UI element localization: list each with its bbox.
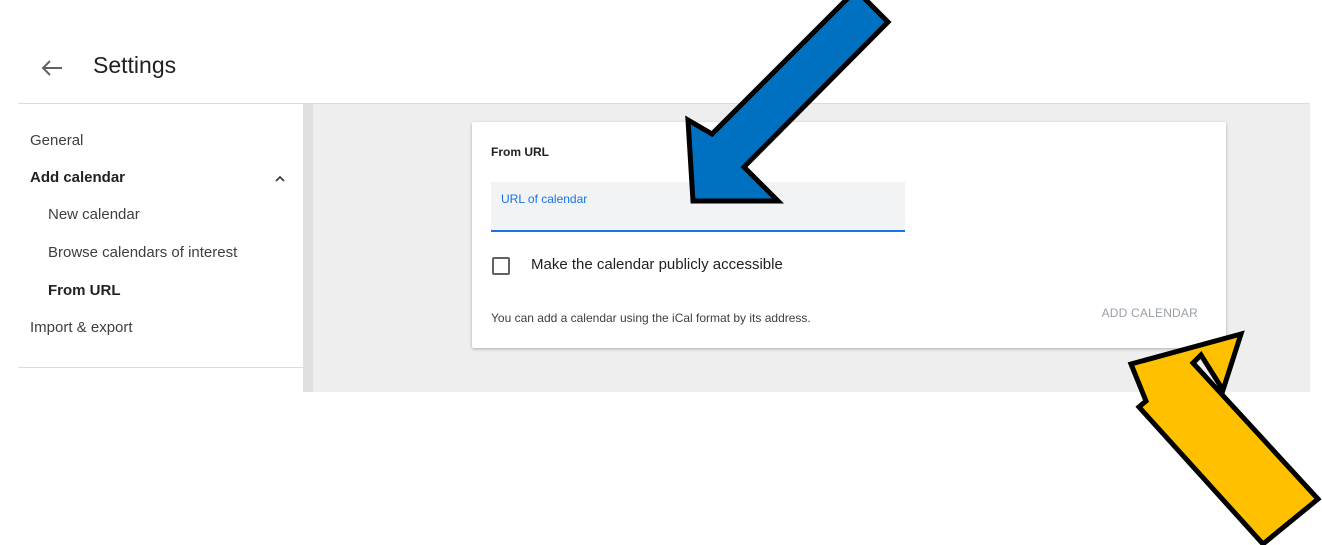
sidebar-item-add-calendar[interactable]: Add calendar (30, 169, 125, 186)
sidebar-item-from-url[interactable]: From URL (48, 282, 121, 299)
help-text: You can add a calendar using the iCal fo… (491, 311, 811, 325)
header: Settings (0, 0, 1310, 103)
sidebar-scrollbar[interactable] (303, 104, 313, 392)
arrow-left-icon[interactable] (40, 53, 66, 83)
sidebar: General Add calendar New calendar Browse… (18, 104, 303, 392)
public-access-label[interactable]: Make the calendar publicly accessible (531, 256, 783, 273)
sidebar-divider (18, 367, 303, 368)
page-title: Settings (93, 52, 177, 78)
add-calendar-button[interactable]: ADD CALENDAR (1102, 306, 1198, 320)
public-access-checkbox[interactable] (492, 257, 510, 275)
sidebar-item-general[interactable]: General (30, 132, 83, 149)
chevron-up-icon[interactable] (272, 173, 288, 185)
url-input[interactable] (501, 208, 891, 226)
main-content: From URL URL of calendar Make the calend… (313, 104, 1310, 392)
settings-page: Settings General Add calendar New calend… (0, 0, 1322, 545)
sidebar-item-new-calendar[interactable]: New calendar (48, 206, 140, 223)
card-title: From URL (491, 145, 549, 159)
from-url-card: From URL URL of calendar Make the calend… (472, 122, 1226, 348)
sidebar-item-browse-calendars[interactable]: Browse calendars of interest (48, 244, 237, 261)
url-field-label: URL of calendar (501, 192, 588, 206)
sidebar-item-import-export[interactable]: Import & export (30, 319, 133, 336)
url-field[interactable]: URL of calendar (491, 182, 905, 232)
